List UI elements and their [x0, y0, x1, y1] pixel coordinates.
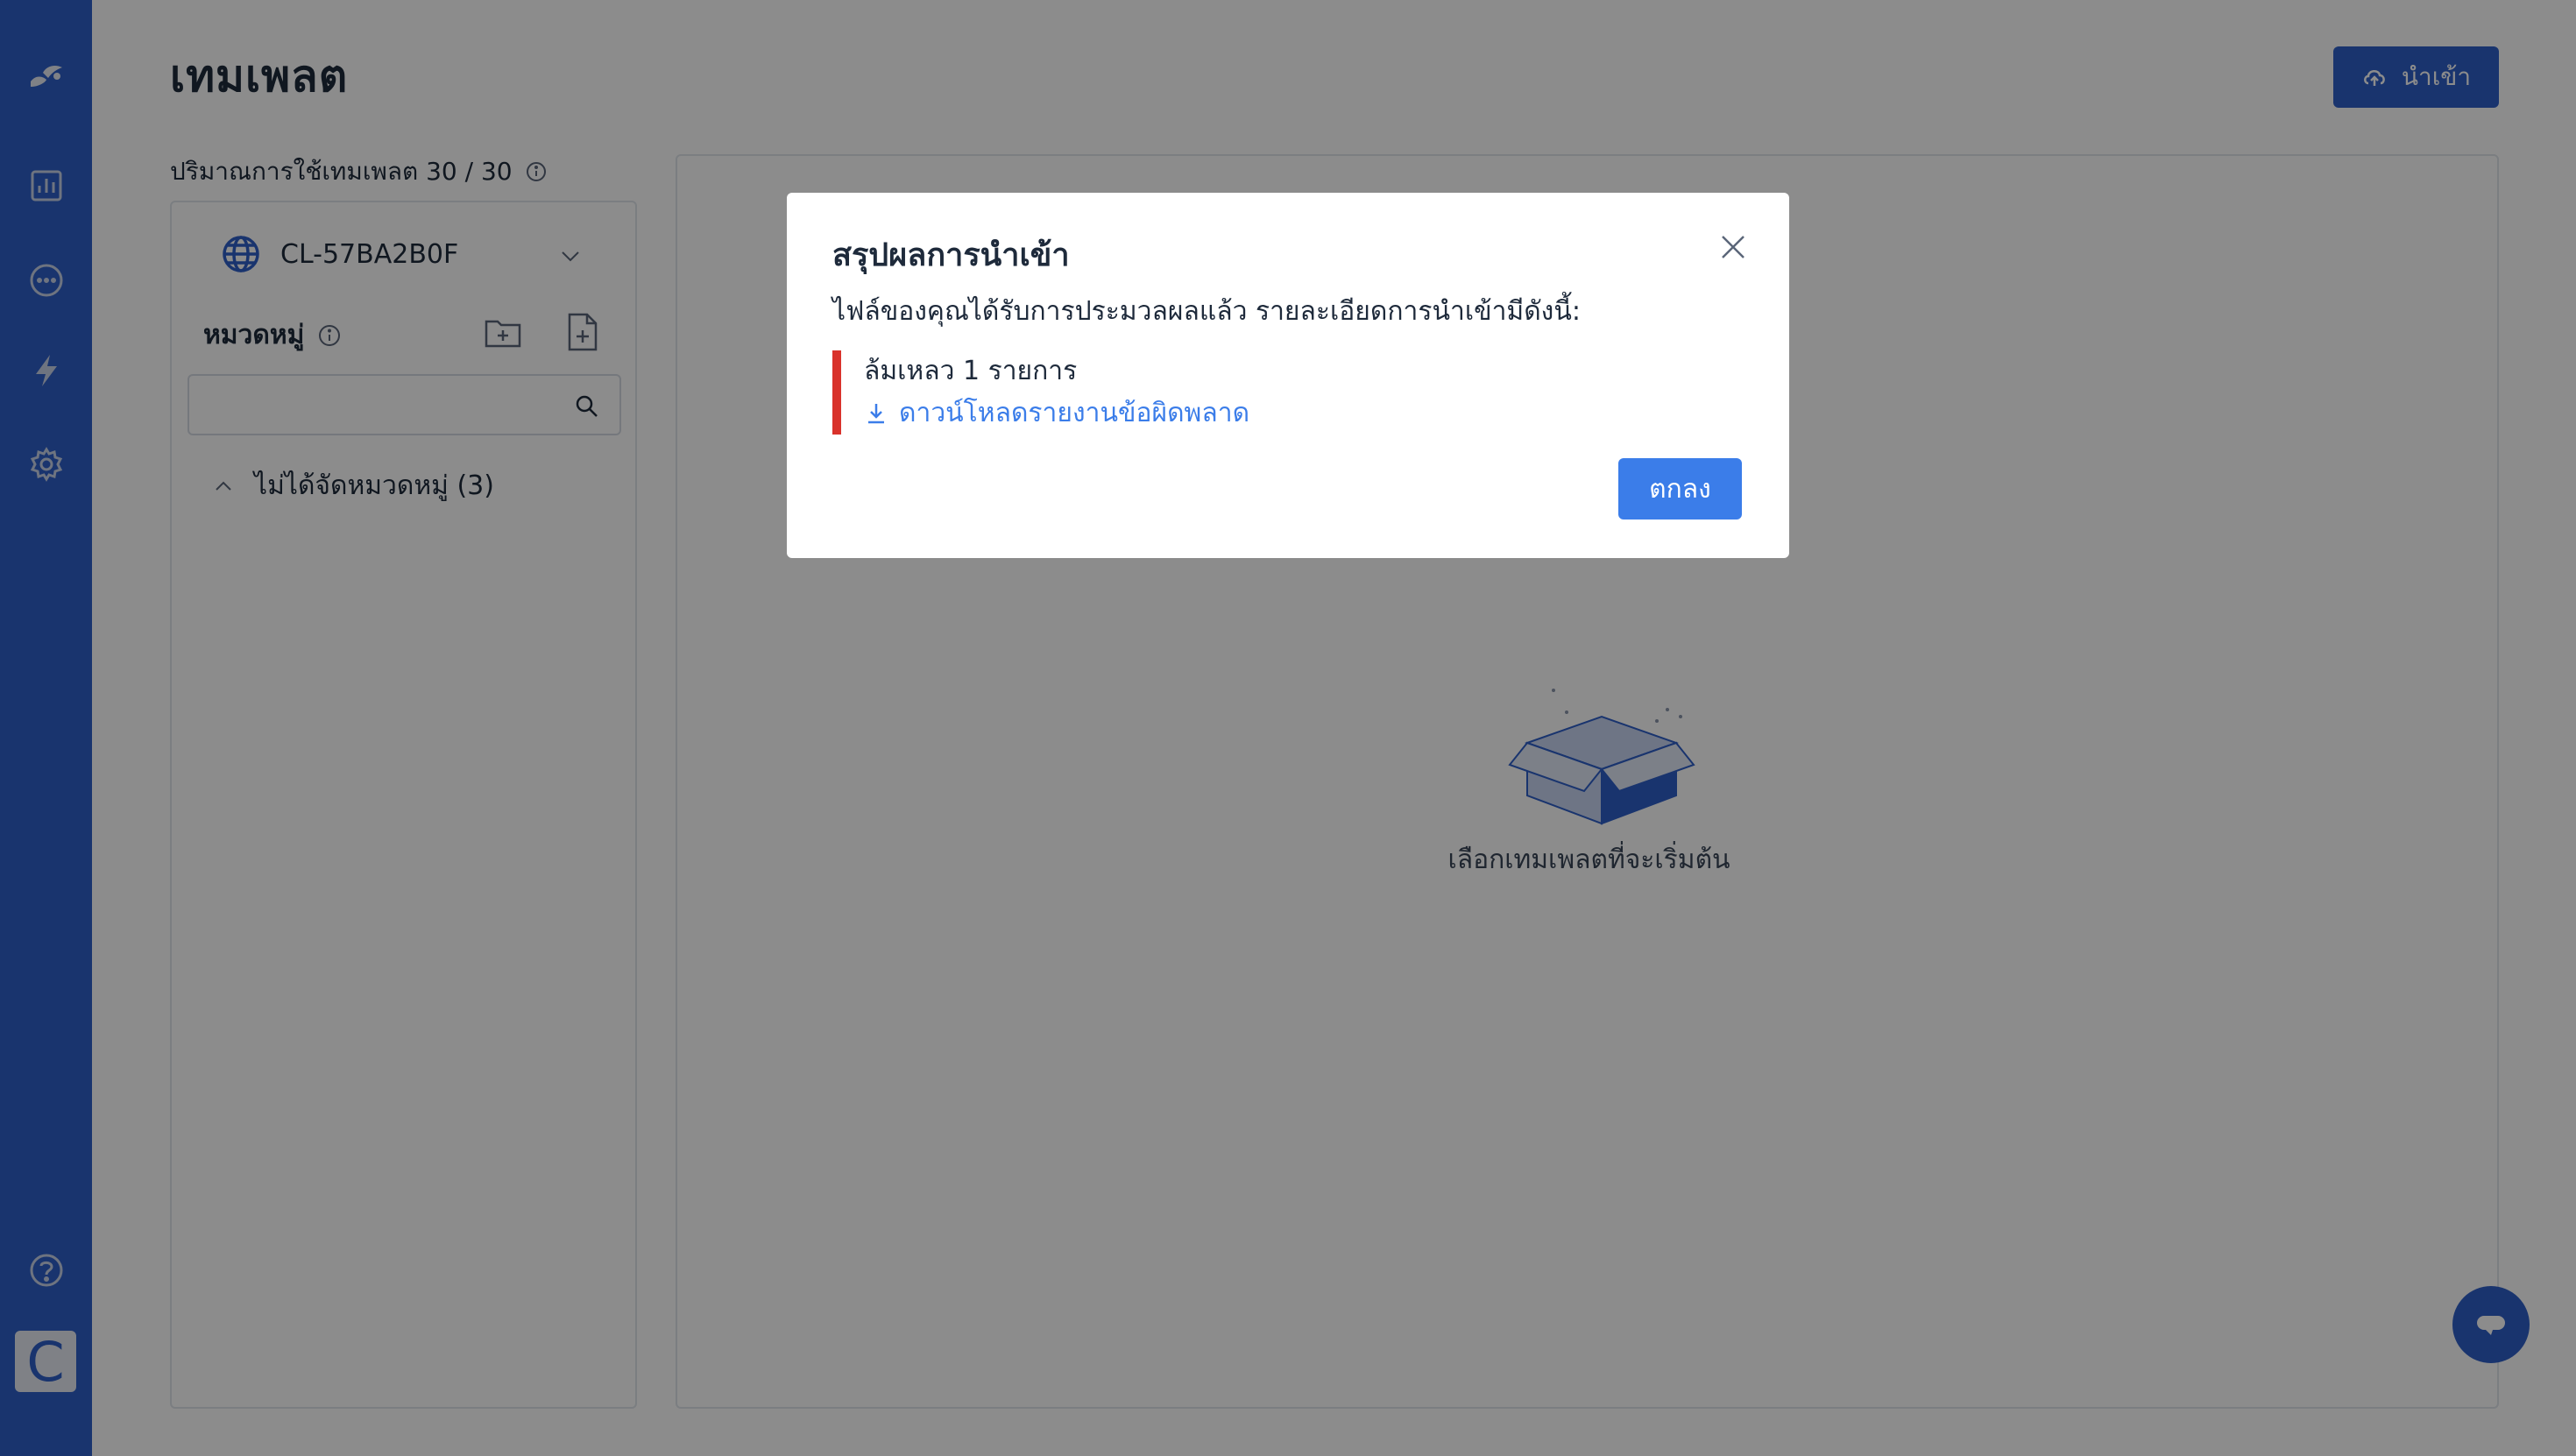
download-error-report-link[interactable]: ดาวน์โหลดรายงานข้อผิดพลาด [864, 392, 1249, 434]
fail-count-text: ล้มเหลว 1 รายการ [864, 356, 1078, 386]
download-icon [868, 403, 884, 423]
modal-description: ไฟล์ของคุณได้รับการประมวลผลแล้ว รายละเอี… [832, 296, 1581, 327]
ok-button-label: ตกลง [1649, 473, 1711, 505]
import-summary-modal: สรุปผลการนำเข้า ไฟล์ของคุณได้รับการประมว… [787, 193, 1789, 558]
download-link-label: ดาวน์โหลดรายงานข้อผิดพลาด [899, 398, 1250, 428]
error-indicator-bar [832, 350, 841, 435]
close-button[interactable] [1714, 228, 1752, 266]
ok-button[interactable]: ตกลง [1618, 458, 1742, 519]
modal-title: สรุปผลการนำเข้า [832, 237, 1070, 273]
close-icon [1722, 236, 1744, 258]
